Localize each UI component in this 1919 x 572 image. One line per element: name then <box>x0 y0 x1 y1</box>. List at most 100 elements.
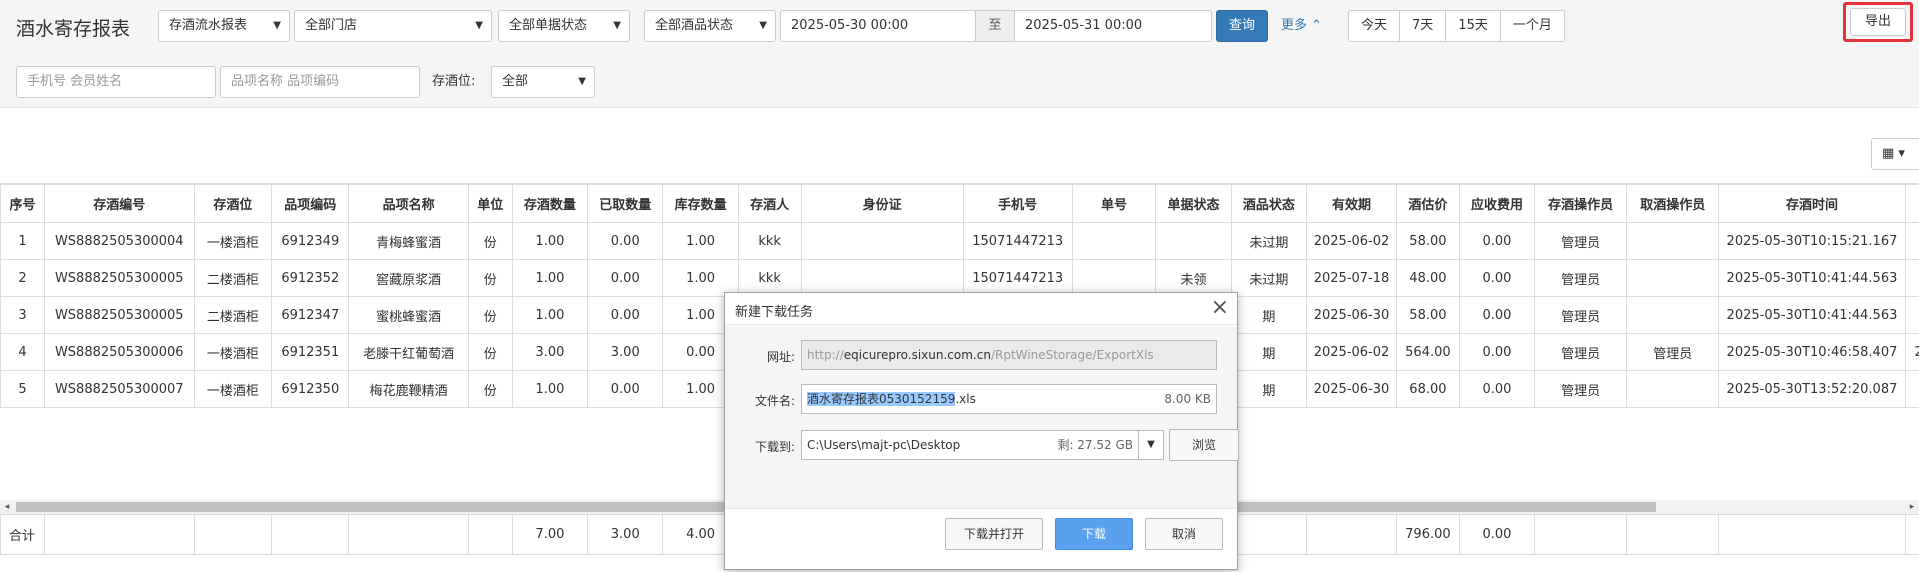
url-field: http://eqicurepro.sixun.com.cn/RptWineSt… <box>801 340 1217 370</box>
item-status-select[interactable]: 全部酒品状态 ▼ <box>644 10 776 42</box>
table-cell: 6912349 <box>271 222 350 260</box>
column-header[interactable]: 品项编码 <box>271 184 350 223</box>
chevron-down-icon: ▼ <box>273 20 281 31</box>
table-cell <box>800 222 964 260</box>
date-from-input[interactable]: 2025-05-30 00:00 <box>780 10 976 42</box>
table-cell <box>1904 259 1919 297</box>
url-label: 网址: <box>766 350 795 364</box>
column-header[interactable]: 单据状态 <box>1155 184 1232 223</box>
totals-cell: 0.00 <box>1458 514 1536 555</box>
column-header[interactable]: 存酒编号 <box>43 184 195 223</box>
range-today-button[interactable]: 今天 <box>1348 10 1401 42</box>
range-15d-button[interactable]: 15天 <box>1445 10 1501 42</box>
column-header[interactable]: 应收费用 <box>1458 184 1536 223</box>
table-cell: 58.00 <box>1396 296 1460 334</box>
table-cell: 份 <box>467 333 513 371</box>
table-cell: 6912347 <box>271 296 350 334</box>
range-month-button[interactable]: 一个月 <box>1499 10 1565 42</box>
table-cell: 2025-06-30 <box>1306 370 1398 408</box>
item-search-input[interactable]: 品项名称 品项编码 <box>220 66 420 98</box>
table-cell <box>1155 222 1232 260</box>
table-cell <box>1626 222 1720 260</box>
more-filters-link[interactable]: 更多 ⌃ <box>1281 10 1322 42</box>
table-cell: 1.00 <box>662 222 739 260</box>
cancel-button[interactable]: 取消 <box>1145 518 1223 550</box>
totals-cell <box>1306 514 1398 555</box>
close-icon[interactable]: × <box>1211 295 1229 321</box>
totals-cell: 796.00 <box>1396 514 1460 555</box>
table-cell: 管理员 <box>1534 259 1628 297</box>
column-header[interactable]: 有效期 <box>1306 184 1398 223</box>
table-cell: WS8882505300004 <box>43 222 195 260</box>
export-button[interactable]: 导出 <box>1850 8 1906 36</box>
saveto-path-input[interactable]: C:\Users\majt-pc\Desktop 剩: 27.52 GB <box>801 430 1139 460</box>
chevron-down-icon[interactable]: ▼ <box>1138 430 1164 460</box>
table-cell: 0.00 <box>587 222 664 260</box>
quick-range-group: 今天 7天 15天 一个月 <box>1348 10 1565 42</box>
download-button[interactable]: 下载 <box>1055 518 1133 550</box>
column-header[interactable]: 存酒数量 <box>511 184 589 223</box>
table-cell: 期 <box>1230 333 1308 371</box>
table-cell: 2025-07-18 <box>1306 259 1398 297</box>
table-cell: 0.00 <box>587 296 664 334</box>
table-cell <box>1071 222 1157 260</box>
browse-button[interactable]: 浏览 <box>1169 429 1239 461</box>
query-button[interactable]: 查询 <box>1216 10 1268 42</box>
column-header[interactable]: 品项名称 <box>348 184 469 223</box>
column-header[interactable]: 存酒人 <box>737 184 802 223</box>
totals-cell: 7.00 <box>511 514 589 555</box>
column-header[interactable]: 存酒位 <box>193 184 273 223</box>
totals-cell <box>271 514 350 555</box>
column-header[interactable]: 手机号 <box>962 184 1073 223</box>
export-highlight: 导出 <box>1843 2 1913 42</box>
chevron-down-icon: ▼ <box>759 20 767 31</box>
table-cell: 老滕干红葡萄酒 <box>348 333 469 371</box>
phone-member-input[interactable]: 手机号 会员姓名 <box>16 66 216 98</box>
column-header[interactable]: 存酒时间 <box>1718 184 1906 223</box>
table-cell: 份 <box>467 296 513 334</box>
table-cell: 3 <box>0 296 45 334</box>
table-cell: WS8882505300006 <box>43 333 195 371</box>
table-cell: 份 <box>467 370 513 408</box>
column-header[interactable]: 身份证 <box>800 184 964 223</box>
table-cell <box>1626 259 1720 297</box>
column-header[interactable]: 单号 <box>1071 184 1157 223</box>
scroll-right-icon[interactable]: ▸ <box>1905 500 1919 514</box>
table-cell: 蜜桃蜂蜜酒 <box>348 296 469 334</box>
report-type-select[interactable]: 存酒流水报表 ▼ <box>158 10 290 42</box>
table-cell: kkk <box>737 259 802 297</box>
download-open-button[interactable]: 下载并打开 <box>945 518 1043 550</box>
table-cell: 0.00 <box>1458 222 1536 260</box>
column-header[interactable]: 取酒 <box>1904 184 1919 223</box>
dialog-body: 网址: http://eqicurepro.sixun.com.cn/RptWi… <box>725 326 1239 508</box>
position-select[interactable]: 全部 ▼ <box>491 66 595 98</box>
table-cell: kkk <box>737 222 802 260</box>
table-cell: 15071447213 <box>962 259 1073 297</box>
table-cell: 4 <box>0 333 45 371</box>
table-cell: 管理员 <box>1534 222 1628 260</box>
table-cell: 6912352 <box>271 259 350 297</box>
table-row[interactable]: 2 WS8882505300005 二楼酒柜 6912352 窖藏原浆酒份 1.00 0.0… <box>0 259 1919 297</box>
table-row[interactable]: 1 WS8882505300004 一楼酒柜 6912349 青梅蜂蜜酒份 1.00 0.0… <box>0 222 1919 260</box>
table-cell: 564.00 <box>1396 333 1460 371</box>
table-cell: 二楼酒柜 <box>193 296 273 334</box>
date-to-input[interactable]: 2025-05-31 00:00 <box>1014 10 1212 42</box>
column-header[interactable]: 单位 <box>467 184 513 223</box>
column-header[interactable]: 酒品状态 <box>1230 184 1308 223</box>
column-header[interactable]: 存酒操作员 <box>1534 184 1628 223</box>
column-header[interactable]: 取酒操作员 <box>1626 184 1720 223</box>
column-toggle-button[interactable]: ▦ ▾ <box>1871 138 1919 170</box>
column-header[interactable]: 库存数量 <box>662 184 739 223</box>
filename-input[interactable]: 酒水寄存报表0530152159.xls 8.00 KB <box>801 384 1217 414</box>
column-header[interactable]: 序号 <box>0 184 45 223</box>
column-header[interactable]: 酒估价 <box>1396 184 1460 223</box>
range-7d-button[interactable]: 7天 <box>1399 10 1447 42</box>
table-cell: 6912351 <box>271 333 350 371</box>
table-cell: 68.00 <box>1396 370 1460 408</box>
doc-status-select[interactable]: 全部单据状态 ▼ <box>498 10 630 42</box>
position-label: 存酒位: <box>432 74 476 89</box>
table-cell: 1.00 <box>662 259 739 297</box>
scroll-left-icon[interactable]: ◂ <box>0 500 14 514</box>
column-header[interactable]: 已取数量 <box>587 184 664 223</box>
store-select[interactable]: 全部门店 ▼ <box>294 10 492 42</box>
